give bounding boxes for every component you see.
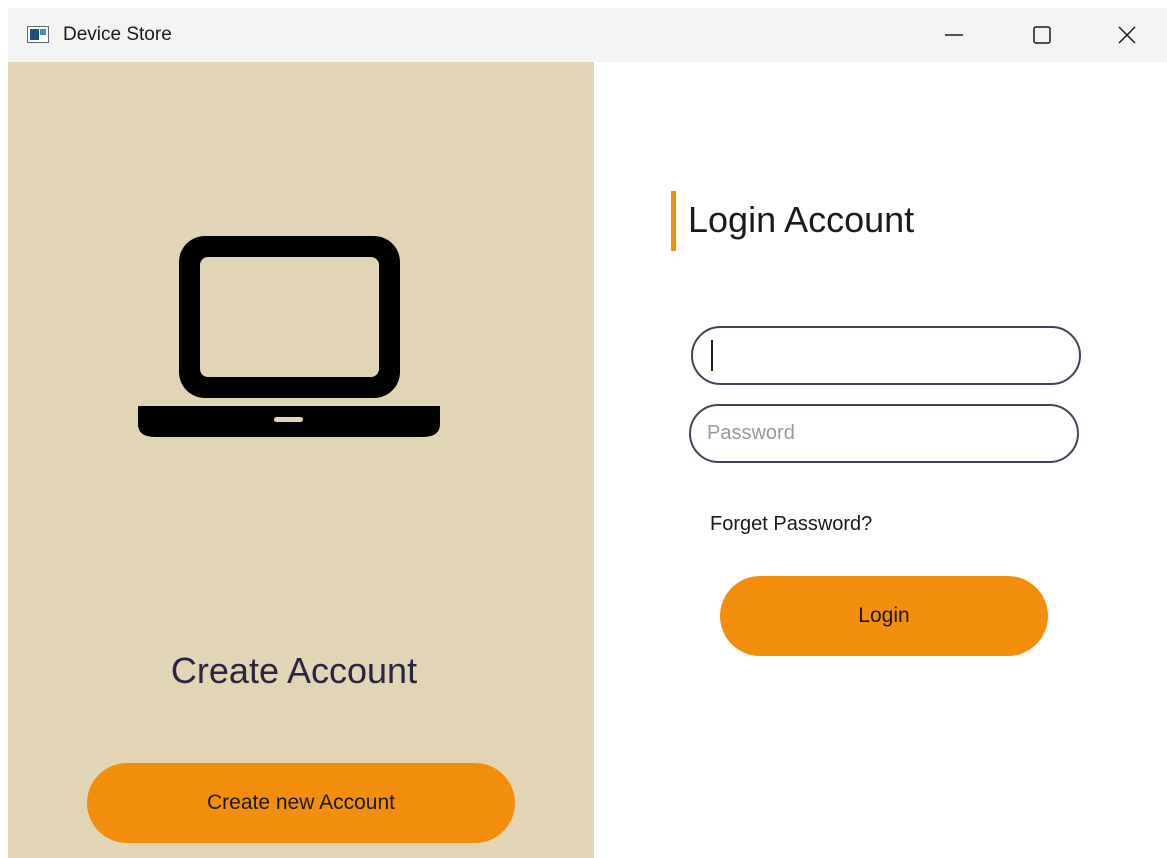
heading-accent-bar: [671, 191, 676, 251]
password-input[interactable]: [707, 406, 1062, 461]
username-field[interactable]: [691, 326, 1081, 385]
create-account-panel: Create Account Create new Account: [8, 62, 594, 858]
create-account-button[interactable]: Create new Account: [87, 763, 515, 843]
create-account-heading: Create Account: [170, 650, 418, 691]
login-button[interactable]: Login: [720, 576, 1048, 656]
maximize-icon: [1033, 26, 1051, 44]
maximize-button[interactable]: [1002, 8, 1082, 62]
window-title: Device Store: [63, 24, 172, 45]
close-button[interactable]: [1087, 8, 1167, 62]
text-caret: [711, 340, 713, 371]
minimize-button[interactable]: [914, 8, 994, 62]
laptop-icon: [138, 236, 440, 437]
password-field[interactable]: [689, 404, 1079, 463]
app-window: Device Store Create Account Create new A…: [8, 8, 1167, 858]
login-heading: Login Account: [688, 199, 915, 240]
username-input[interactable]: [709, 328, 1064, 383]
minimize-icon: [945, 34, 963, 36]
title-bar[interactable]: Device Store: [8, 8, 1167, 62]
app-icon: [27, 26, 49, 43]
forget-password-link[interactable]: Forget Password?: [710, 511, 872, 537]
close-icon: [1118, 26, 1136, 44]
login-panel: Login Account Forget Password? Login: [594, 62, 1167, 858]
